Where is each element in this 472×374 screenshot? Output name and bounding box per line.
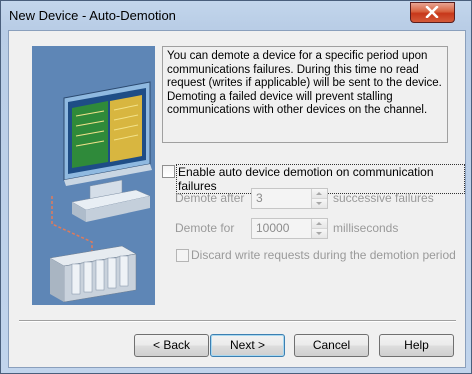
demote-for-spinner[interactable]: 10000 — [251, 218, 328, 239]
spin-up-button[interactable] — [312, 189, 327, 199]
demote-after-suffix: successive failures — [333, 191, 434, 205]
separator-line — [19, 320, 456, 322]
demote-for-suffix: milliseconds — [333, 221, 399, 235]
dialog-client-area: You can demote a device for a specific p… — [8, 30, 466, 368]
close-button[interactable] — [410, 2, 455, 23]
demote-after-spin-buttons[interactable] — [311, 189, 327, 208]
demote-after-spinner[interactable]: 3 — [251, 188, 328, 209]
description-panel: You can demote a device for a specific p… — [162, 46, 448, 143]
computer-device-icon — [49, 81, 152, 303]
discard-writes-label: Discard write requests during the demoti… — [191, 248, 456, 262]
demote-for-label: Demote for — [175, 221, 235, 235]
chevron-down-icon — [316, 202, 322, 205]
spin-up-button[interactable] — [312, 219, 327, 229]
demote-for-spin-buttons[interactable] — [311, 219, 327, 238]
spin-down-button[interactable] — [312, 199, 327, 208]
title-bar[interactable]: New Device - Auto-Demotion — [1, 1, 471, 29]
chevron-up-icon — [316, 222, 322, 225]
device-illustration — [32, 46, 155, 305]
chevron-up-icon — [316, 192, 322, 195]
close-icon — [425, 6, 439, 18]
discard-writes-checkbox[interactable] — [176, 249, 189, 262]
cancel-button[interactable]: Cancel — [294, 334, 369, 357]
dialog-window: New Device - Auto-Demotion You can demot… — [0, 0, 472, 374]
spin-down-button[interactable] — [312, 229, 327, 238]
window-title: New Device - Auto-Demotion — [9, 8, 176, 23]
demote-after-value[interactable]: 3 — [256, 191, 263, 205]
chevron-down-icon — [316, 232, 322, 235]
demote-for-value[interactable]: 10000 — [256, 221, 289, 235]
demote-after-label: Demote after — [175, 191, 245, 205]
description-text: You can demote a device for a specific p… — [167, 50, 442, 116]
help-button[interactable]: Help — [379, 334, 454, 357]
back-button[interactable]: < Back — [134, 334, 209, 357]
enable-demotion-checkbox[interactable] — [162, 165, 175, 178]
next-button[interactable]: Next > — [210, 334, 285, 357]
